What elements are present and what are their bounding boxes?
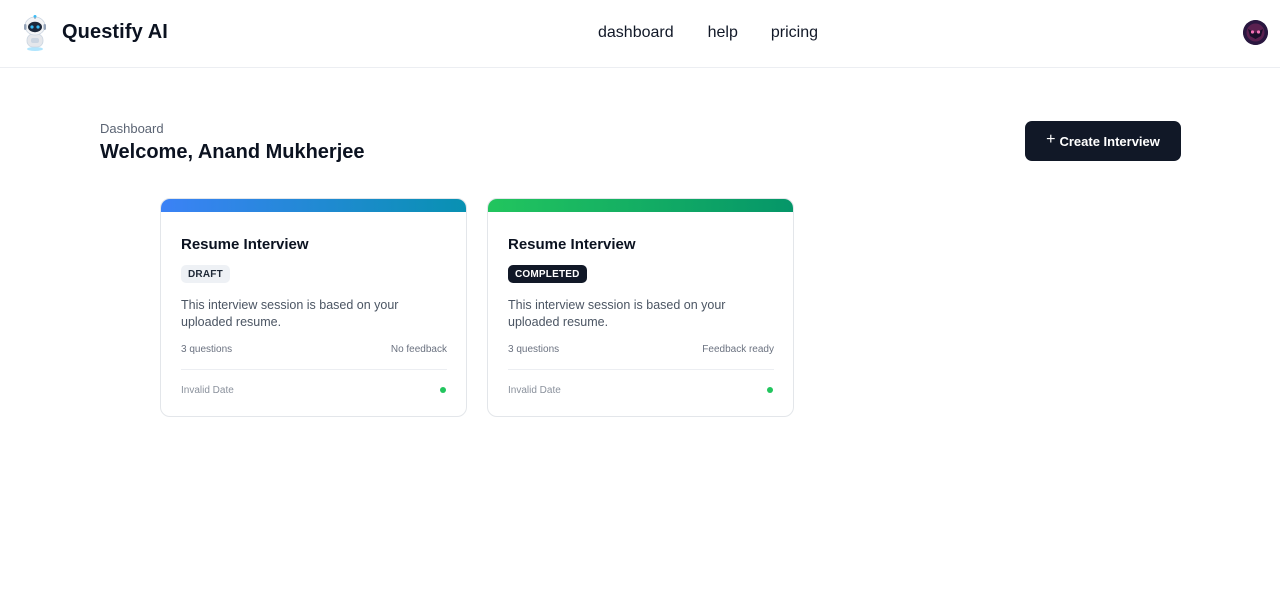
- robot-icon[interactable]: [20, 14, 50, 52]
- brand-name[interactable]: Questify AI: [62, 21, 168, 44]
- question-count: 3 questions: [181, 344, 233, 355]
- card-description: This interview session is based on your …: [508, 298, 726, 329]
- status-badge: DRAFT: [181, 265, 230, 283]
- card-date: Invalid Date: [181, 385, 234, 396]
- main-nav: dashboard help pricing: [598, 24, 818, 42]
- feedback-status: No feedback: [390, 344, 447, 355]
- user-avatar-icon[interactable]: [1243, 20, 1268, 45]
- question-count: 3 questions: [508, 344, 560, 355]
- card-title: Resume Interview: [181, 236, 309, 253]
- nav-pricing-link[interactable]: pricing: [771, 24, 818, 42]
- card-divider: [181, 369, 447, 370]
- card-divider: [508, 369, 774, 370]
- interview-card[interactable]: Resume Interview COMPLETED This intervie…: [487, 198, 794, 417]
- card-accent-bar: [161, 199, 466, 212]
- card-accent-bar: [488, 199, 793, 212]
- create-interview-button[interactable]: + Create Interview: [1025, 121, 1181, 161]
- breadcrumb: Dashboard: [100, 121, 164, 136]
- status-dot-icon: [440, 387, 446, 393]
- nav-help-link[interactable]: help: [708, 24, 738, 42]
- nav-dashboard-link[interactable]: dashboard: [598, 24, 674, 42]
- page-title: Welcome, Anand Mukherjee: [100, 141, 365, 163]
- status-badge: COMPLETED: [508, 265, 587, 283]
- card-date: Invalid Date: [508, 385, 561, 396]
- card-title: Resume Interview: [508, 236, 636, 253]
- create-interview-label: Create Interview: [1059, 133, 1160, 149]
- feedback-status: Feedback ready: [702, 344, 774, 355]
- status-dot-icon: [767, 387, 773, 393]
- interview-card[interactable]: Resume Interview DRAFT This interview se…: [160, 198, 467, 417]
- top-header: Questify AI dashboard help pricing: [0, 0, 1280, 68]
- plus-icon: +: [1046, 131, 1056, 148]
- card-description: This interview session is based on your …: [181, 298, 399, 329]
